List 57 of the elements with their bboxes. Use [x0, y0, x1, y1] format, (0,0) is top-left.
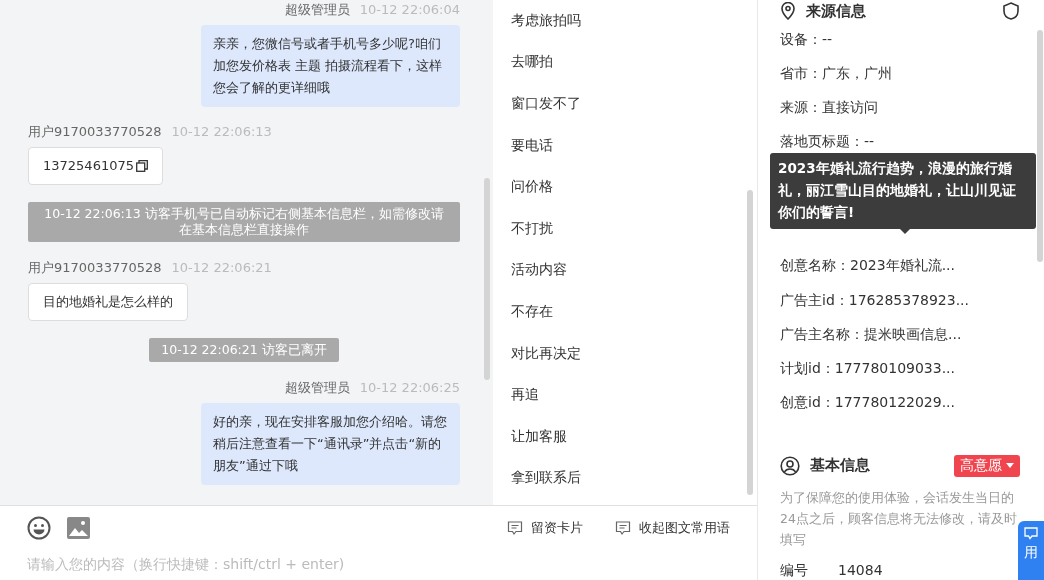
source-field: 广告主名称：提米映画信息... [780, 317, 1044, 352]
shield-icon[interactable] [1002, 2, 1020, 21]
phrase-item[interactable]: 拿到联系后 [511, 457, 757, 500]
location-pin-icon [780, 2, 796, 21]
section-title: 基本信息 [810, 456, 870, 476]
phrase-item[interactable]: 对比再决定 [511, 332, 757, 375]
phrase-item[interactable]: 窗口发不了 [511, 83, 757, 125]
agent-message: 好的亲，现在安排客服加您介绍哈。请您稍后注意查看一下“通讯录”并点击“新的朋友”通过下哦 [201, 403, 460, 485]
phrase-item[interactable]: 不存在 [511, 291, 757, 333]
phrase-item[interactable]: 活动内容 [511, 249, 757, 292]
caret-icon [1006, 463, 1014, 469]
comment-icon [615, 520, 631, 536]
user-float-button[interactable]: 用 [1018, 521, 1044, 580]
intent-tag[interactable]: 高意愿 [954, 454, 1020, 477]
phrase-item[interactable]: 问价格 [511, 166, 757, 208]
chat-icon [1024, 527, 1038, 540]
source-field: 计划id：177780109033... [780, 351, 1044, 387]
source-field: 来源：直接访问 [780, 91, 1044, 126]
source-field: 创意名称：2023年婚礼流... [780, 249, 1044, 284]
phrase-item[interactable]: 去哪拍 [511, 41, 757, 84]
scrollbar-thumb[interactable] [747, 190, 753, 495]
message-time: 10-12 22:06:25 [359, 380, 460, 396]
agent-message: 亲亲，您微信号或者手机号多少呢?咱们加您发价格表 主题 拍摄流程看下，这样您会了解的更详细哦 [201, 25, 460, 107]
source-field: 创意id：177780122029... [780, 386, 1044, 421]
comment-icon [507, 520, 523, 536]
phrase-item[interactable]: 要电话 [511, 124, 757, 167]
phrase-item[interactable]: 考虑旅拍吗 [511, 0, 757, 42]
source-field: 省市：广东，广州 [780, 56, 1044, 92]
collapse-phrases-button[interactable]: 收起图文常用语 [615, 519, 730, 537]
notice-text: 为了保障您的使用体验，会话发生当日的24点之后，顾客信息将无法修改，请及时填写 [780, 488, 1018, 549]
source-field: 设备：-- [780, 22, 1044, 57]
source-field: 广告主id：176285378923... [780, 283, 1044, 318]
scrollbar-thumb[interactable] [484, 178, 490, 380]
phrase-item[interactable]: 不打扰 [511, 207, 757, 250]
phrase-item[interactable]: 再追 [511, 374, 757, 416]
phrase-item[interactable]: 让加客服 [511, 415, 757, 458]
image-icon[interactable] [67, 517, 90, 539]
tooltip-arrow [900, 229, 910, 235]
sender-name: 用户9170033770528 [28, 260, 162, 276]
message-time: 10-12 22:06:04 [359, 2, 460, 18]
system-notice: 10-12 22:06:21 访客已离开 [149, 338, 339, 362]
scrollbar-thumb[interactable] [1037, 30, 1043, 262]
message-time: 10-12 22:06:21 [171, 260, 272, 276]
message-text: 目的地婚礼是怎么样的 [43, 293, 173, 311]
sender-name: 用户9170033770528 [28, 124, 162, 140]
sender-name: 超级管理员 [284, 2, 350, 18]
user-circle-icon [780, 455, 800, 476]
system-notice: 10-12 22:06:13 访客手机号已自动标记右侧基本信息栏，如需修改请在基本信息栏直接操作 [28, 202, 460, 242]
message-time: 10-12 22:06:13 [171, 124, 272, 140]
field-value: 14084 [838, 561, 883, 580]
field-label: 编号 [780, 561, 808, 580]
message-text: 13725461075 [43, 157, 134, 175]
emoji-icon[interactable] [27, 516, 51, 540]
lead-card-button[interactable]: 留资卡片 [507, 519, 583, 537]
sender-name: 超级管理员 [284, 380, 350, 396]
copy-icon[interactable] [136, 160, 148, 172]
section-title: 来源信息 [806, 1, 866, 21]
